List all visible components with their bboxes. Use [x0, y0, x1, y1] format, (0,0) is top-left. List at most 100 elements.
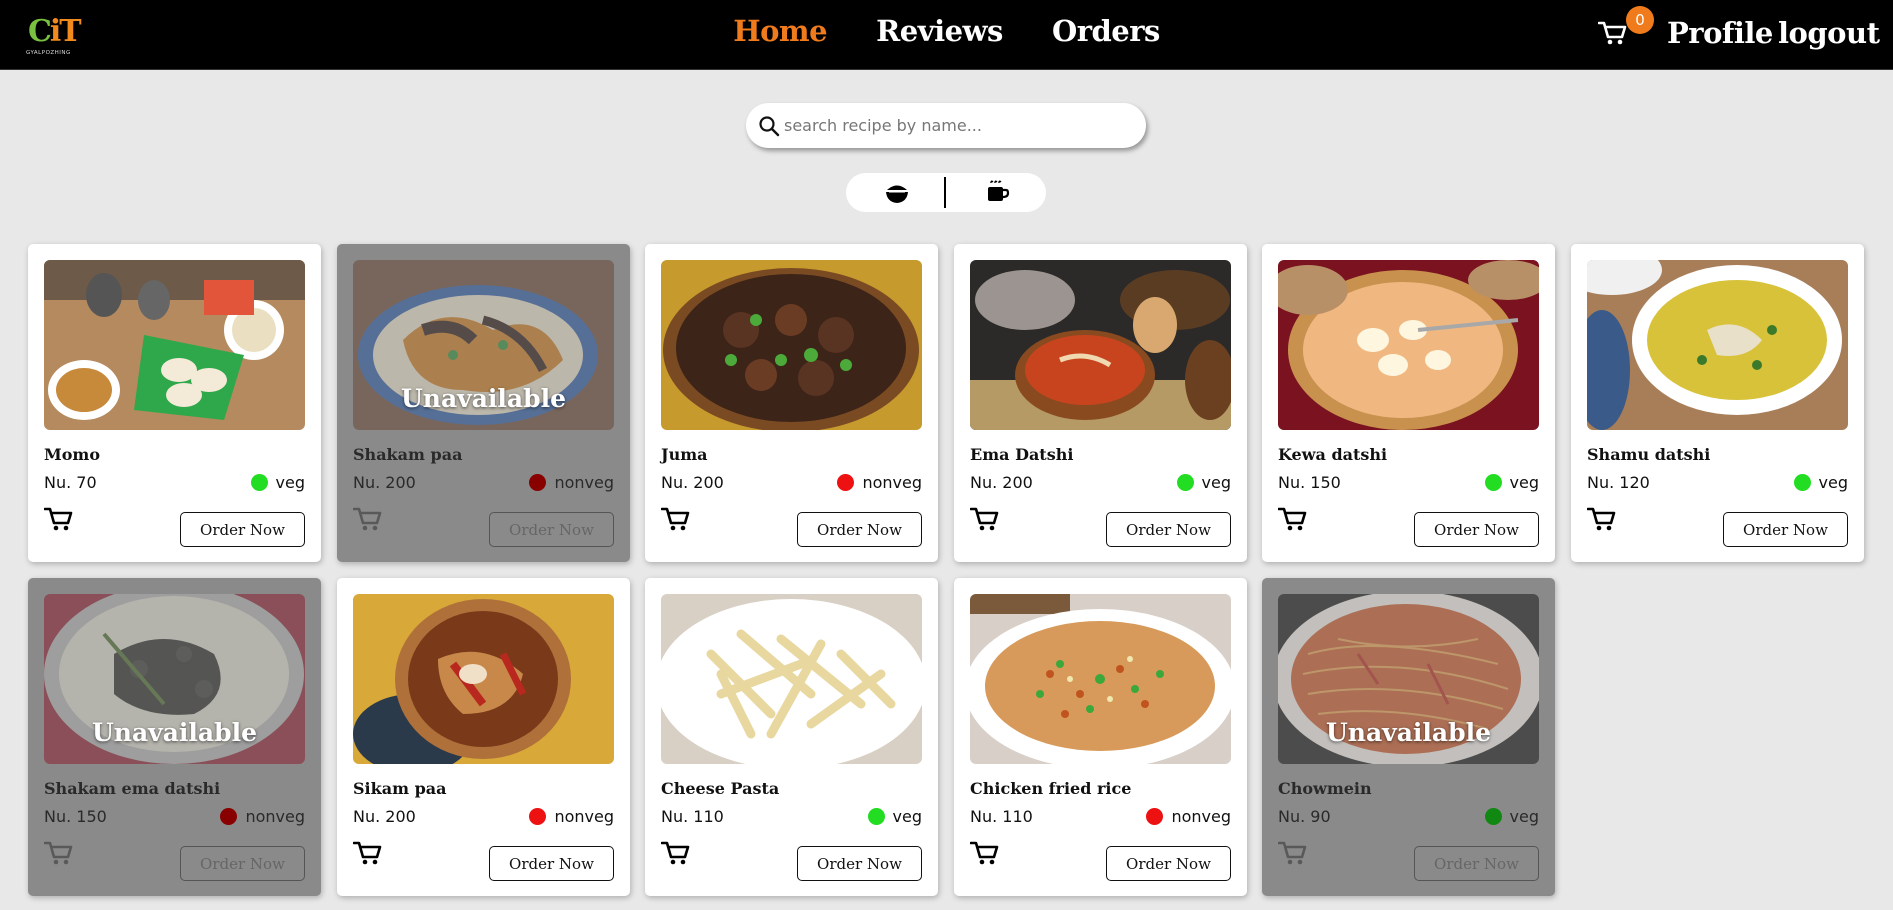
cart-count-badge: 0	[1626, 6, 1654, 34]
cart-icon	[1597, 21, 1627, 45]
logo-subtext: GYALPOZHING	[26, 50, 71, 56]
dish-type: nonveg	[529, 807, 614, 826]
order-now-button[interactable]: Order Now	[489, 512, 614, 547]
cart-icon	[969, 507, 999, 531]
nav-home[interactable]: Home	[733, 14, 827, 48]
dish-type-label: veg	[892, 807, 922, 826]
order-now-button[interactable]: Order Now	[1414, 846, 1539, 881]
dish-name: Juma	[661, 445, 708, 464]
order-now-button[interactable]: Order Now	[1414, 512, 1539, 547]
dish-price: Nu. 110	[661, 807, 724, 826]
dish-card[interactable]: Sikam paa Nu. 200 nonveg Order Now	[337, 578, 630, 896]
dish-price: Nu. 110	[970, 807, 1033, 826]
nonveg-indicator-icon	[837, 474, 855, 491]
add-to-cart-button[interactable]	[43, 840, 74, 866]
dish-type: veg	[1176, 473, 1231, 492]
dish-photo	[661, 594, 922, 764]
add-to-cart-button[interactable]	[1586, 506, 1617, 532]
category-food-button[interactable]	[877, 178, 917, 208]
dish-name: Shakam ema datshi	[44, 779, 221, 798]
add-to-cart-button[interactable]	[969, 506, 1000, 532]
dish-price: Nu. 200	[353, 807, 416, 826]
dish-type: nonveg	[837, 473, 922, 492]
cart-icon	[660, 507, 690, 531]
category-toggle	[846, 173, 1046, 212]
order-now-button[interactable]: Order Now	[489, 846, 614, 881]
dish-card[interactable]: Unavailable Chowmein Nu. 90 veg Order Now	[1262, 578, 1555, 896]
cart-icon	[1586, 507, 1616, 531]
dish-photo	[1587, 260, 1848, 430]
order-now-button[interactable]: Order Now	[1106, 512, 1231, 547]
dish-card[interactable]: Chicken fried rice Nu. 110 nonveg Order Now	[954, 578, 1247, 896]
order-now-button[interactable]: Order Now	[180, 846, 305, 881]
cart-icon	[43, 841, 73, 865]
nonveg-indicator-icon	[220, 808, 238, 825]
cart-icon	[969, 841, 999, 865]
dish-card[interactable]: Ema Datshi Nu. 200 veg Order Now	[954, 244, 1247, 562]
add-to-cart-button[interactable]	[1277, 506, 1308, 532]
dish-card[interactable]: Cheese Pasta Nu. 110 veg Order Now	[645, 578, 938, 896]
order-now-button[interactable]: Order Now	[797, 512, 922, 547]
dish-type: veg	[250, 473, 305, 492]
veg-indicator-icon	[250, 474, 268, 491]
dish-card[interactable]: Momo Nu. 70 veg Order Now	[28, 244, 321, 562]
dish-card[interactable]: Unavailable Shakam paa Nu. 200 nonveg Order …	[337, 244, 630, 562]
dish-name: Shakam paa	[353, 445, 463, 464]
navbar: CiT GYALPOZHING Home Reviews Orders 0 Pr…	[0, 0, 1893, 70]
order-now-button[interactable]: Order Now	[180, 512, 305, 547]
order-now-button[interactable]: Order Now	[1723, 512, 1848, 547]
dish-price: Nu. 200	[661, 473, 724, 492]
dish-photo	[1278, 260, 1539, 430]
order-now-button[interactable]: Order Now	[1106, 846, 1231, 881]
add-to-cart-button[interactable]	[660, 840, 691, 866]
dish-type-label: nonveg	[862, 473, 922, 492]
add-to-cart-button[interactable]	[43, 506, 74, 532]
dish-name: Shamu datshi	[1587, 445, 1711, 464]
dish-card[interactable]: Unavailable Shakam ema datshi Nu. 150 nonve…	[28, 578, 321, 896]
dish-name: Cheese Pasta	[661, 779, 780, 798]
dish-price: Nu. 200	[970, 473, 1033, 492]
logout-link[interactable]: logout	[1778, 16, 1880, 50]
dish-card[interactable]: Shamu datshi Nu. 120 veg Order Now	[1571, 244, 1864, 562]
add-to-cart-button[interactable]	[352, 840, 383, 866]
nonveg-indicator-icon	[529, 474, 547, 491]
dish-type-label: veg	[1201, 473, 1231, 492]
dish-type-label: veg	[1509, 473, 1539, 492]
add-to-cart-button[interactable]	[969, 840, 1000, 866]
search-icon	[759, 116, 780, 137]
add-to-cart-button[interactable]	[660, 506, 691, 532]
dish-name: Chowmein	[1278, 779, 1372, 798]
dish-type-label: nonveg	[554, 473, 614, 492]
veg-indicator-icon	[1176, 474, 1194, 491]
dish-name: Sikam paa	[353, 779, 447, 798]
dish-photo	[970, 260, 1231, 430]
profile-link[interactable]: Profile	[1667, 16, 1773, 50]
drink-cup-icon	[988, 180, 1010, 201]
unavailable-label: Unavailable	[92, 718, 257, 747]
cart-icon	[660, 841, 690, 865]
dish-card[interactable]: Juma Nu. 200 nonveg Order Now	[645, 244, 938, 562]
dish-card[interactable]: Kewa datshi Nu. 150 veg Order Now	[1262, 244, 1555, 562]
category-drink-button[interactable]	[977, 178, 1017, 208]
nav-reviews[interactable]: Reviews	[876, 14, 1003, 48]
nav-orders[interactable]: Orders	[1052, 14, 1160, 48]
veg-indicator-icon	[867, 808, 885, 825]
add-to-cart-button[interactable]	[352, 506, 383, 532]
veg-indicator-icon	[1484, 474, 1502, 491]
cart-icon	[1277, 507, 1307, 531]
order-now-button[interactable]: Order Now	[797, 846, 922, 881]
cart-icon	[352, 841, 382, 865]
search-input[interactable]	[784, 109, 1124, 141]
dish-price: Nu. 90	[1278, 807, 1331, 826]
dish-type: veg	[1793, 473, 1848, 492]
dish-type-label: nonveg	[245, 807, 305, 826]
dish-type: nonveg	[220, 807, 305, 826]
add-to-cart-button[interactable]	[1277, 840, 1308, 866]
dish-price: Nu. 200	[353, 473, 416, 492]
dish-name: Momo	[44, 445, 100, 464]
dish-type: veg	[1484, 807, 1539, 826]
dish-type-label: veg	[1818, 473, 1848, 492]
dish-photo	[44, 260, 305, 430]
dish-price: Nu. 120	[1587, 473, 1650, 492]
nonveg-indicator-icon	[1146, 808, 1164, 825]
